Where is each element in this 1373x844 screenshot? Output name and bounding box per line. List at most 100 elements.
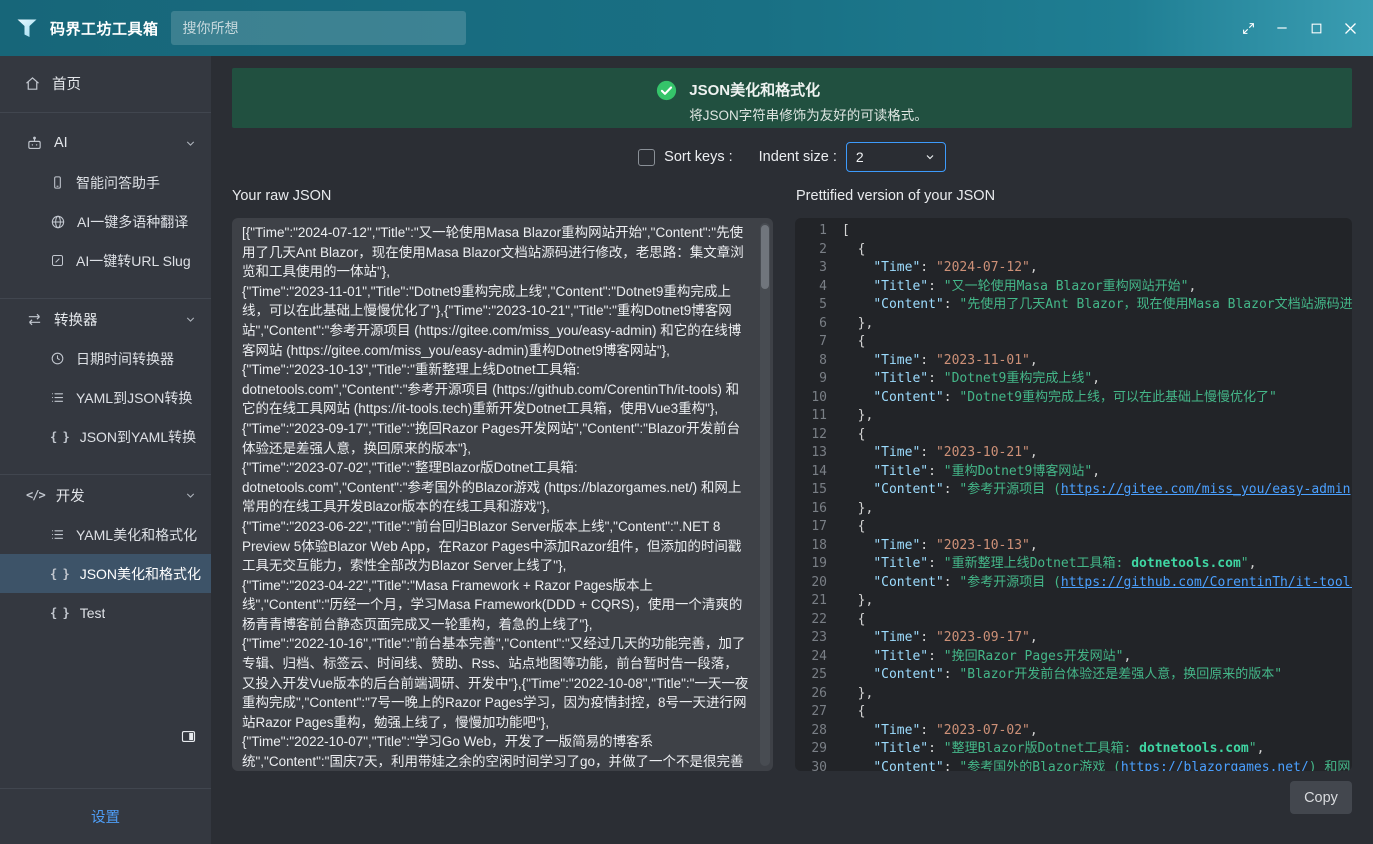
sort-keys-checkbox[interactable] xyxy=(638,149,655,166)
code-token: : xyxy=(920,353,936,368)
expand-window-button[interactable] xyxy=(1231,11,1265,45)
code-token: "Time" xyxy=(873,445,920,460)
code-token: "2023-10-21" xyxy=(936,445,1030,460)
sidebar-item-datetime-converter[interactable]: 日期时间转换器 xyxy=(0,339,211,378)
line-number: 11 xyxy=(807,407,827,426)
code-token xyxy=(842,297,873,312)
scrollbar-thumb[interactable] xyxy=(761,225,769,289)
code-line: 4 "Title": "又一轮使用Masa Blazor重构网站开始", xyxy=(807,278,1352,297)
code-token: : xyxy=(944,390,960,405)
code-token: "Blazor开发前台体验还是差强人意，换回原来的版本" xyxy=(959,667,1282,682)
indent-size-value: 2 xyxy=(856,149,864,165)
sidebar-group-ai[interactable]: AI xyxy=(0,123,211,163)
settings-button[interactable]: 设置 xyxy=(91,806,120,827)
tool-title: JSON美化和格式化 xyxy=(689,79,928,100)
code-token: , xyxy=(1030,445,1038,460)
sidebar: 首页 AI 智能问答助手 AI一键多语种翻译 xyxy=(0,56,211,844)
code-token: "Time" xyxy=(873,353,920,368)
sidebar-item-home[interactable]: 首页 xyxy=(0,64,211,102)
sidebar-item-json-to-yaml[interactable]: { } JSON到YAML转换 xyxy=(0,417,211,456)
expand-icon xyxy=(1242,22,1255,35)
sidebar-item-ai-translate[interactable]: AI一键多语种翻译 xyxy=(0,202,211,241)
chevron-down-icon xyxy=(184,137,197,150)
code-token: "Title" xyxy=(873,279,928,294)
indent-size-select[interactable]: 2 xyxy=(846,142,946,172)
sidebar-group-development[interactable]: </> 开发 xyxy=(0,475,211,515)
line-number: 29 xyxy=(807,740,827,759)
sidebar-item-test[interactable]: { } Test xyxy=(0,593,211,632)
code-token: "2023-11-01" xyxy=(936,353,1030,368)
pretty-json-panel: 1[2 {3 "Time": "2024-07-12",4 "Title": "… xyxy=(795,218,1352,771)
line-number: 18 xyxy=(807,537,827,556)
code-token: : xyxy=(944,297,960,312)
sidebar-group-label: AI xyxy=(54,135,68,151)
main-content: JSON美化和格式化 将JSON字符串修饰为友好的可读格式。 Sort keys… xyxy=(211,56,1373,844)
code-token: dotnetools.com xyxy=(1139,741,1249,756)
maximize-icon xyxy=(1310,22,1323,35)
url-link[interactable]: https://github.com/CorentinTh/it-tools xyxy=(1061,575,1352,590)
sidebar-item-label: YAML美化和格式化 xyxy=(76,525,197,545)
sidebar-item-label: AI一键转URL Slug xyxy=(76,251,191,271)
code-token: : xyxy=(944,575,960,590)
sidebar-item-yaml-beautify[interactable]: YAML美化和格式化 xyxy=(0,515,211,554)
code-token: ) 和它的在线博客网站 (https://gitee.com/miss_you/… xyxy=(1351,482,1353,497)
code-token: { xyxy=(842,242,865,257)
code-token xyxy=(842,630,873,645)
line-number: 14 xyxy=(807,463,827,482)
code-line: 1[ xyxy=(807,222,1352,241)
code-token: "挽回Razor Pages开发网站" xyxy=(944,649,1124,664)
sidebar-item-ai-url-slug[interactable]: AI一键转URL Slug xyxy=(0,241,211,280)
code-token: , xyxy=(1030,630,1038,645)
code-line: 26 }, xyxy=(807,685,1352,704)
sidebar-group-converters[interactable]: 转换器 xyxy=(0,299,211,339)
sidebar-item-json-beautify[interactable]: { } JSON美化和格式化 xyxy=(0,554,211,593)
code-token xyxy=(842,649,873,664)
code-token xyxy=(842,260,873,275)
list-icon xyxy=(50,527,65,542)
url-link[interactable]: https://blazorgames.net/ xyxy=(1121,760,1309,772)
line-number: 21 xyxy=(807,592,827,611)
code-token: { xyxy=(842,612,865,627)
code-line: 3 "Time": "2024-07-12", xyxy=(807,259,1352,278)
code-token: "Content" xyxy=(873,297,943,312)
code-token xyxy=(842,741,873,756)
close-button[interactable] xyxy=(1333,11,1367,45)
code-token: "Title" xyxy=(873,556,928,571)
code-token: "参考开源项目 ( xyxy=(959,482,1060,497)
url-link[interactable]: https://gitee.com/miss_you/easy-admin xyxy=(1061,482,1351,497)
line-number: 16 xyxy=(807,500,827,519)
code-token: "重新整理上线Dotnet工具箱: xyxy=(944,556,1131,571)
code-token: [ xyxy=(842,223,850,238)
sidebar-item-ai-assistant[interactable]: 智能问答助手 xyxy=(0,163,211,202)
line-number: 3 xyxy=(807,259,827,278)
global-search-input[interactable] xyxy=(171,11,466,45)
toggle-sidebar-icon[interactable] xyxy=(180,726,197,746)
code-token: " xyxy=(1249,741,1257,756)
app-logo-icon xyxy=(14,15,40,41)
raw-json-scrollbar[interactable] xyxy=(760,223,770,766)
code-token: : xyxy=(920,445,936,460)
sidebar-item-label: 日期时间转换器 xyxy=(76,349,174,369)
code-token: , xyxy=(1092,371,1100,386)
line-number: 22 xyxy=(807,611,827,630)
raw-json-input[interactable]: [{"Time":"2024-07-12","Title":"又一轮使用Masa… xyxy=(232,218,773,771)
minimize-icon xyxy=(1275,21,1289,35)
chevron-down-icon xyxy=(924,151,936,163)
code-token: { xyxy=(842,427,865,442)
minimize-button[interactable] xyxy=(1265,11,1299,45)
sidebar-bottom: 设置 xyxy=(0,726,211,844)
copy-button[interactable]: Copy xyxy=(1290,781,1352,814)
code-token xyxy=(842,538,873,553)
code-line: 8 "Time": "2023-11-01", xyxy=(807,352,1352,371)
code-line: 7 { xyxy=(807,333,1352,352)
code-token: "2023-09-17" xyxy=(936,630,1030,645)
code-line: 16 }, xyxy=(807,500,1352,519)
sidebar-item-label: 首页 xyxy=(52,73,81,94)
code-token: , xyxy=(1249,556,1257,571)
code-token: "Content" xyxy=(873,667,943,682)
chevron-down-icon xyxy=(184,313,197,326)
maximize-button[interactable] xyxy=(1299,11,1333,45)
sidebar-group-label: 开发 xyxy=(56,485,85,506)
sidebar-item-yaml-to-json[interactable]: YAML到JSON转换 xyxy=(0,378,211,417)
code-token: : xyxy=(928,649,944,664)
